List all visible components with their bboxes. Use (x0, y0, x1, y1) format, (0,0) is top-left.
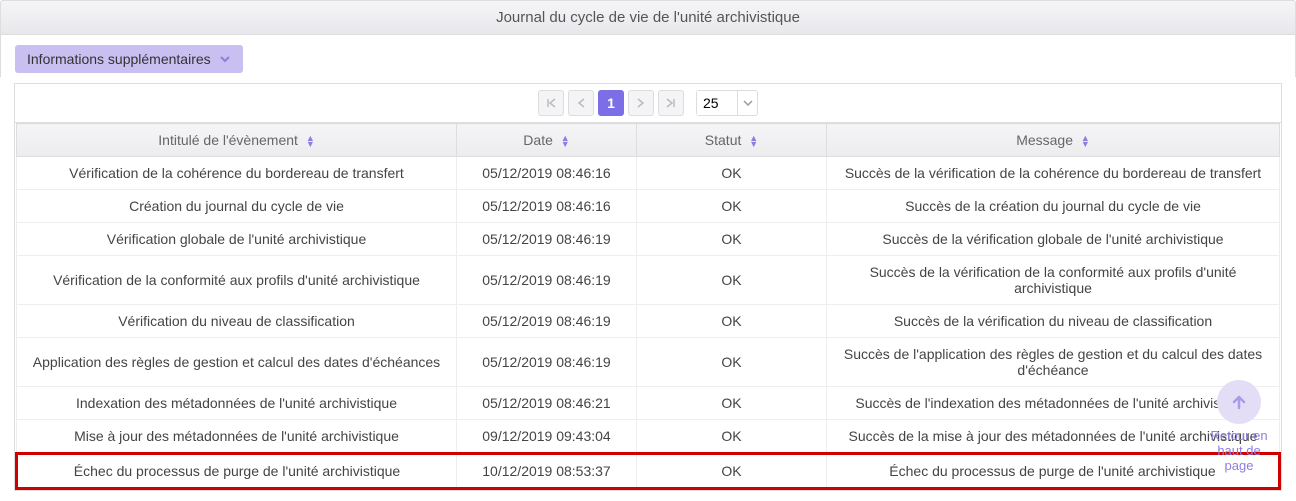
cell-date: 09/12/2019 09:43:04 (457, 420, 637, 454)
sort-icon: ▲▼ (306, 135, 315, 147)
page-size-input[interactable] (697, 91, 737, 115)
table-header-row: Intitulé de l'évènement ▲▼ Date ▲▼ Statu… (17, 124, 1280, 157)
cell-status: OK (637, 223, 827, 256)
cell-status: OK (637, 157, 827, 190)
page-size-selector[interactable] (696, 90, 758, 116)
cell-event: Création du journal du cycle de vie (17, 190, 457, 223)
table-row: Vérification globale de l'unité archivis… (17, 223, 1280, 256)
table-row: Application des règles de gestion et cal… (17, 338, 1280, 387)
prev-page-button[interactable] (568, 90, 594, 116)
cell-date: 10/12/2019 08:53:37 (457, 454, 637, 489)
extra-info-label: Informations supplémentaires (27, 51, 211, 67)
first-page-button[interactable] (538, 90, 564, 116)
col-message-label: Message (1016, 132, 1073, 148)
cell-event: Mise à jour des métadonnées de l'unité a… (17, 420, 457, 454)
col-header-date[interactable]: Date ▲▼ (457, 124, 637, 157)
page-size-dropdown-icon[interactable] (737, 91, 757, 115)
cell-status: OK (637, 305, 827, 338)
cell-status: OK (637, 420, 827, 454)
back-to-top-label: Retour en haut de page (1204, 428, 1274, 473)
cell-event: Vérification de la conformité aux profil… (17, 256, 457, 305)
cell-status: OK (637, 454, 827, 489)
sort-icon: ▲▼ (561, 135, 570, 147)
page-title: Journal du cycle de vie de l'unité archi… (496, 9, 800, 26)
lifecycle-table: Intitulé de l'évènement ▲▼ Date ▲▼ Statu… (15, 123, 1281, 490)
col-date-label: Date (523, 132, 553, 148)
table-row: Mise à jour des métadonnées de l'unité a… (17, 420, 1280, 454)
cell-date: 05/12/2019 08:46:19 (457, 338, 637, 387)
col-event-label: Intitulé de l'évènement (158, 132, 298, 148)
page-number-button[interactable]: 1 (598, 90, 624, 116)
table-container: 1 Intitulé de l'évènement ▲▼ (14, 83, 1282, 491)
chevron-down-icon (219, 53, 231, 65)
cell-date: 05/12/2019 08:46:19 (457, 223, 637, 256)
current-page-label: 1 (607, 95, 615, 111)
cell-status: OK (637, 387, 827, 420)
cell-date: 05/12/2019 08:46:21 (457, 387, 637, 420)
sort-icon: ▲▼ (1081, 135, 1090, 147)
table-row: Échec du processus de purge de l'unité a… (17, 454, 1280, 489)
sort-icon: ▲▼ (749, 135, 758, 147)
cell-event: Vérification globale de l'unité archivis… (17, 223, 457, 256)
cell-event: Vérification de la cohérence du borderea… (17, 157, 457, 190)
table-row: Indexation des métadonnées de l'unité ar… (17, 387, 1280, 420)
col-header-message[interactable]: Message ▲▼ (827, 124, 1280, 157)
table-row: Vérification de la cohérence du borderea… (17, 157, 1280, 190)
cell-status: OK (637, 190, 827, 223)
arrow-up-icon[interactable] (1217, 380, 1261, 424)
table-row: Vérification du niveau de classification… (17, 305, 1280, 338)
cell-event: Application des règles de gestion et cal… (17, 338, 457, 387)
cell-status: OK (637, 338, 827, 387)
toolbar: Informations supplémentaires (0, 35, 1296, 77)
cell-date: 05/12/2019 08:46:16 (457, 190, 637, 223)
cell-message: Succès de la vérification globale de l'u… (827, 223, 1280, 256)
cell-message: Succès de la vérification de la cohérenc… (827, 157, 1280, 190)
paginator: 1 (15, 84, 1281, 123)
cell-message: Succès de la vérification de la conformi… (827, 256, 1280, 305)
cell-event: Vérification du niveau de classification (17, 305, 457, 338)
cell-event: Échec du processus de purge de l'unité a… (17, 454, 457, 489)
table-body: Vérification de la cohérence du borderea… (17, 157, 1280, 489)
cell-date: 05/12/2019 08:46:19 (457, 305, 637, 338)
cell-message: Succès de la création du journal du cycl… (827, 190, 1280, 223)
col-header-event[interactable]: Intitulé de l'évènement ▲▼ (17, 124, 457, 157)
cell-event: Indexation des métadonnées de l'unité ar… (17, 387, 457, 420)
cell-date: 05/12/2019 08:46:19 (457, 256, 637, 305)
cell-date: 05/12/2019 08:46:16 (457, 157, 637, 190)
panel-title: Journal du cycle de vie de l'unité archi… (0, 0, 1296, 35)
cell-status: OK (637, 256, 827, 305)
table-row: Création du journal du cycle de vie05/12… (17, 190, 1280, 223)
cell-message: Succès de la vérification du niveau de c… (827, 305, 1280, 338)
col-header-status[interactable]: Statut ▲▼ (637, 124, 827, 157)
next-page-button[interactable] (628, 90, 654, 116)
last-page-button[interactable] (658, 90, 684, 116)
table-row: Vérification de la conformité aux profil… (17, 256, 1280, 305)
col-status-label: Statut (705, 132, 742, 148)
back-to-top[interactable]: Retour en haut de page (1204, 380, 1274, 473)
extra-info-button[interactable]: Informations supplémentaires (15, 45, 243, 73)
